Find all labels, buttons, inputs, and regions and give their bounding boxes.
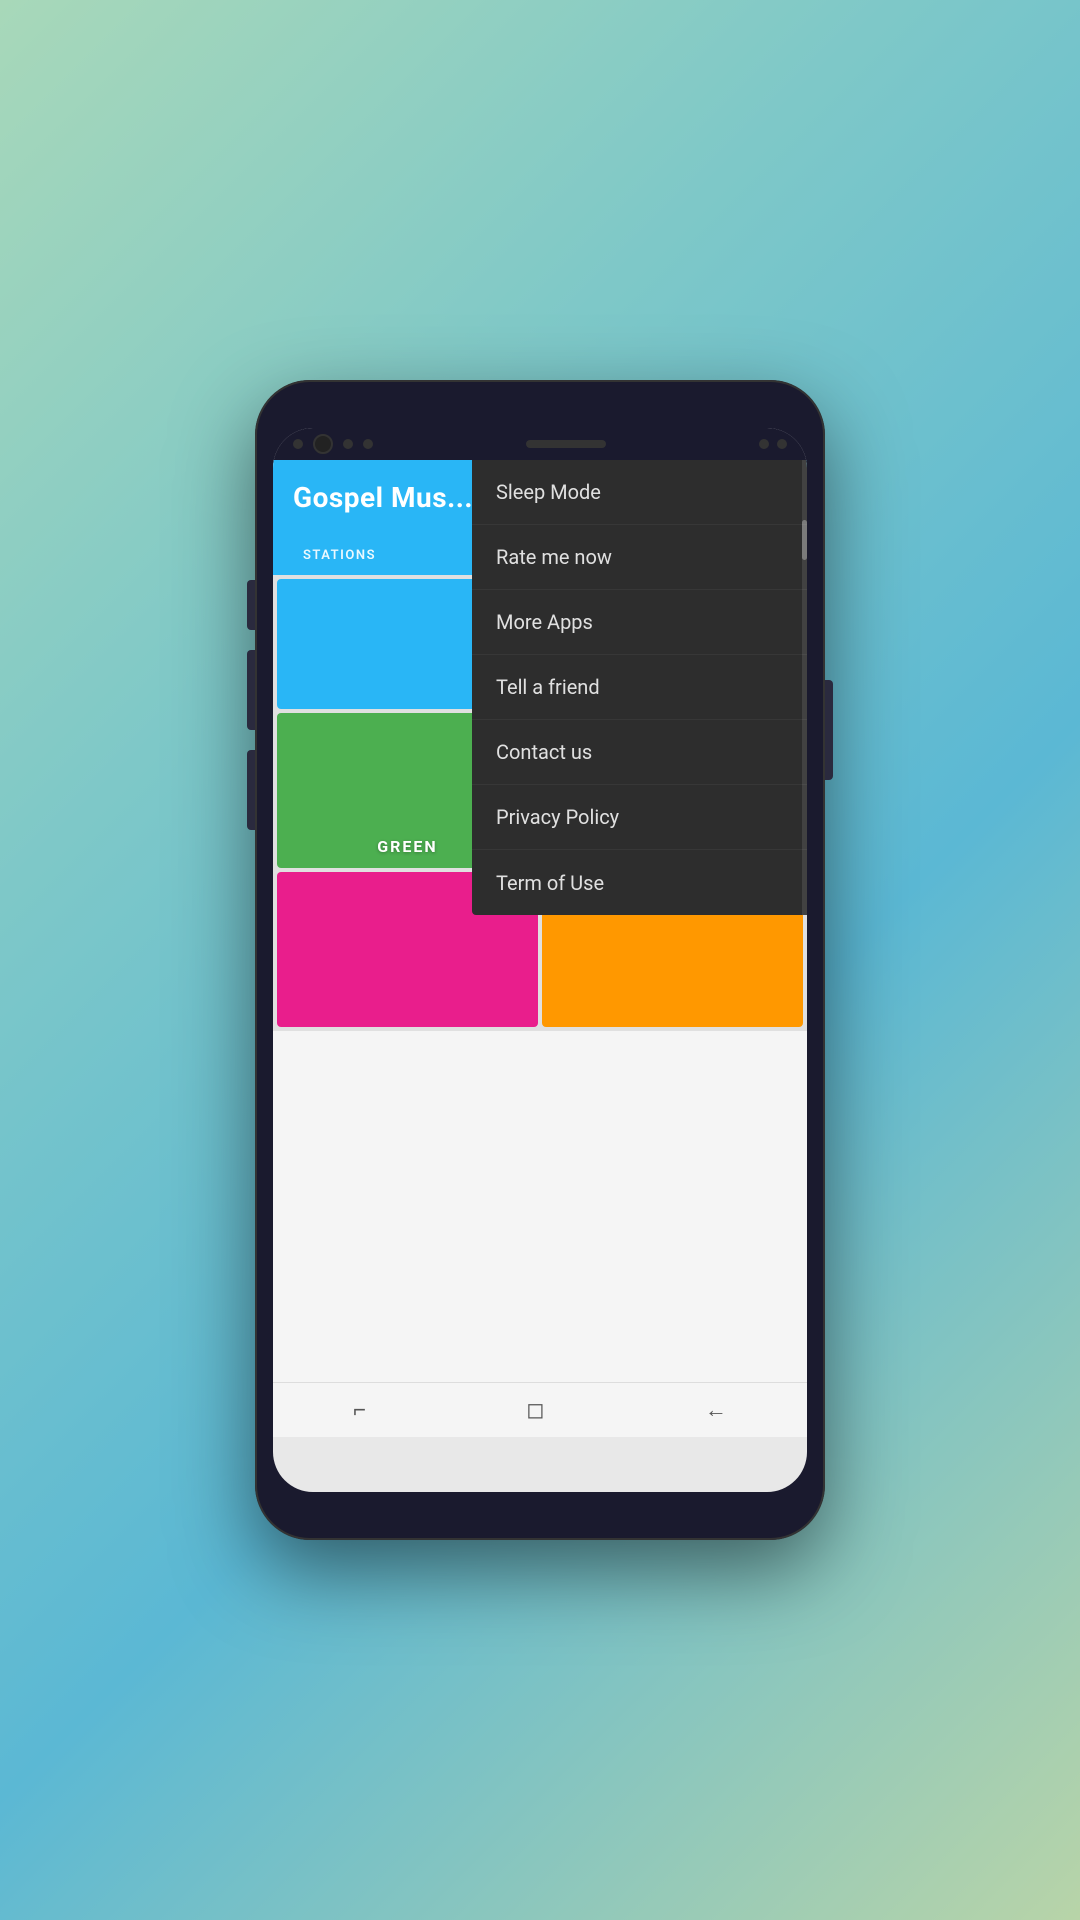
front-camera <box>313 434 333 454</box>
menu-item-privacy-policy[interactable]: Privacy Policy <box>472 785 807 850</box>
recent-apps-btn[interactable]: ⌐ <box>333 1389 386 1431</box>
volume-up-btn[interactable] <box>247 650 255 730</box>
app-title: Gospel Mus... <box>293 481 473 514</box>
menu-item-contact-us[interactable]: Contact us <box>472 720 807 785</box>
back-icon: ← <box>705 1398 727 1423</box>
volume-mute-btn[interactable] <box>247 580 255 630</box>
menu-item-tell-a-friend[interactable]: Tell a friend <box>472 655 807 720</box>
camera-area <box>293 434 373 454</box>
menu-item-more-apps[interactable]: More Apps <box>472 590 807 655</box>
sensor-dot-3 <box>363 439 373 449</box>
app-content: Gospel Mus... STATIONS LIGHT BLUE › GREE… <box>273 460 807 1437</box>
recent-icon: ⌐ <box>353 1398 366 1423</box>
tab-stations[interactable]: STATIONS <box>293 548 386 563</box>
menu-item-term-of-use[interactable]: Term of Use <box>472 850 807 915</box>
volume-down-btn[interactable] <box>247 750 255 830</box>
phone-screen: Gospel Mus... STATIONS LIGHT BLUE › GREE… <box>273 428 807 1492</box>
sensor-dot-2 <box>343 439 353 449</box>
status-icon-1 <box>759 439 769 449</box>
back-btn[interactable]: ← <box>685 1389 747 1431</box>
status-icons <box>759 439 787 449</box>
home-icon: ◻ <box>526 1398 544 1423</box>
menu-item-rate-me-now[interactable]: Rate me now <box>472 525 807 590</box>
station-label-green: GREEN <box>377 837 437 856</box>
menu-item-sleep-mode[interactable]: Sleep Mode <box>472 460 807 525</box>
sensor-dot <box>293 439 303 449</box>
status-icon-2 <box>777 439 787 449</box>
home-btn[interactable]: ◻ <box>506 1390 564 1431</box>
bottom-nav: ⌐ ◻ ← <box>273 1382 807 1437</box>
earpiece-speaker <box>526 440 606 448</box>
status-bar <box>273 428 807 460</box>
phone-frame: Gospel Mus... STATIONS LIGHT BLUE › GREE… <box>255 380 825 1540</box>
power-btn[interactable] <box>825 680 833 780</box>
dropdown-menu: Sleep Mode Rate me now More Apps Tell a … <box>472 460 807 915</box>
